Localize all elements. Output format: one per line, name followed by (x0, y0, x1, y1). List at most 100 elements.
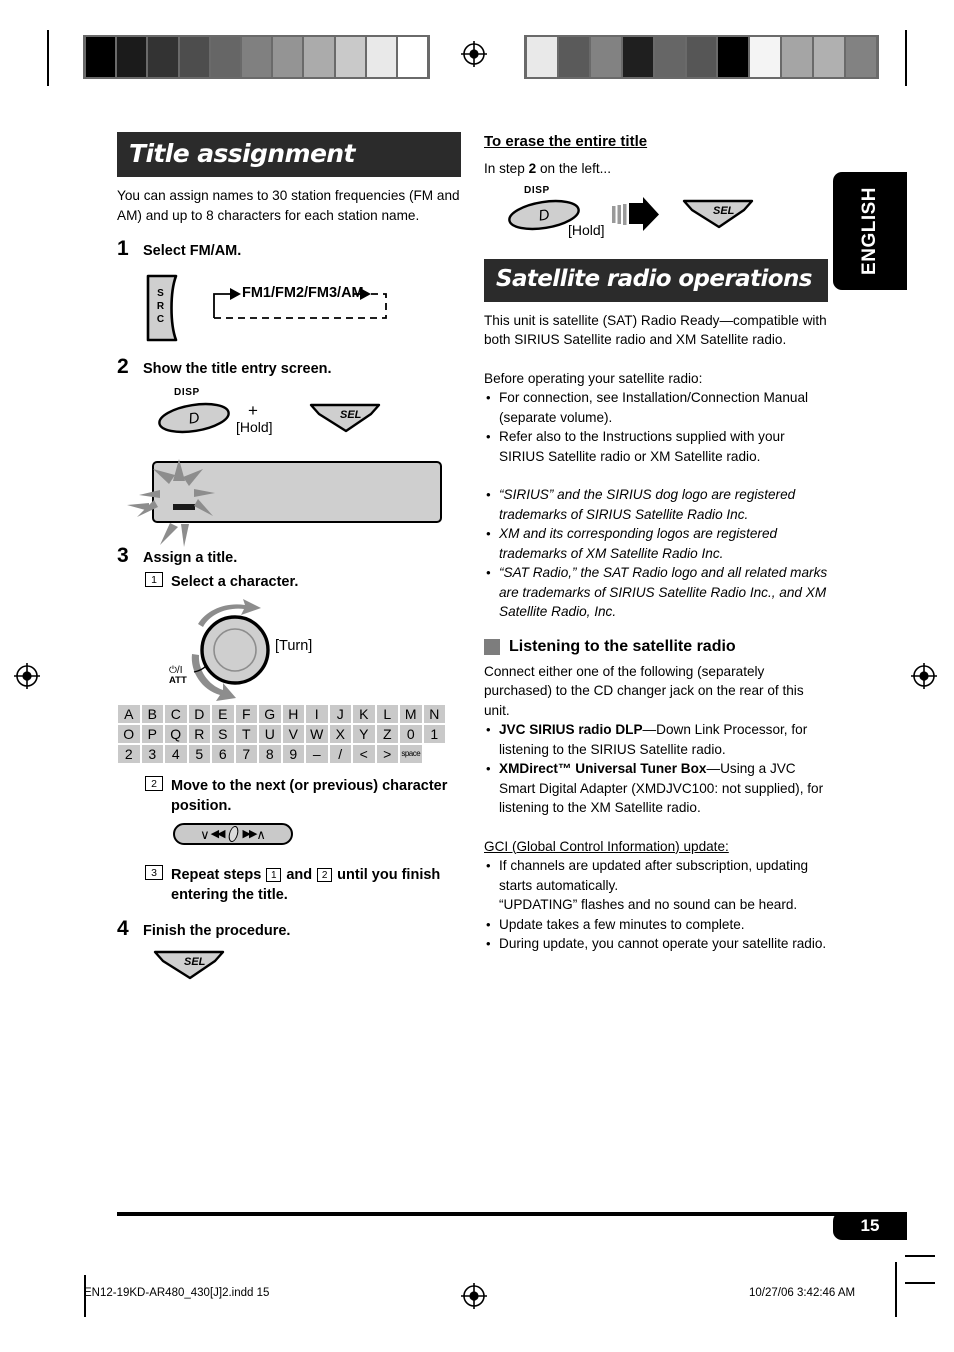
character-grid-row: 2 3 4 5 6 7 8 9– / < > space (117, 744, 461, 764)
src-button[interactable]: S R C (146, 274, 186, 347)
hold-label: [Hold] (236, 419, 273, 435)
calibration-swatch-2 (148, 37, 178, 77)
calibration-swatch-0 (527, 37, 557, 77)
erase-artwork: DISP D [Hold] SEL (484, 185, 828, 251)
calibration-swatch-6 (273, 37, 303, 77)
sel-button-step2[interactable]: SEL (307, 401, 383, 440)
volume-knob-artwork: ⏻/I ATT [Turn] (117, 596, 461, 708)
character-cell-x: X (329, 725, 351, 743)
gci-heading-text: GCI (Global Control Information) update: (484, 838, 729, 854)
device-item-name: JVC SIRIUS radio DLP (499, 722, 643, 737)
nav-prev-group: ∨ ◀◀ (200, 828, 225, 841)
erase-sel-button[interactable]: SEL (680, 197, 756, 236)
registration-target-left (14, 663, 40, 689)
character-cell-o: O (118, 725, 140, 743)
listening-subheading-text: Listening to the satellite radio (509, 637, 736, 655)
step-2-title: Show the title entry screen. (143, 361, 332, 377)
calibration-swatch-4 (654, 37, 685, 77)
erase-text-b: on the left... (539, 161, 611, 176)
navigation-button-artwork: ∨ ◀◀ ▶▶ ∧ (173, 823, 461, 853)
step-3-substep-2-number: 2 (145, 776, 163, 791)
satellite-intro: This unit is satellite (SAT) Radio Ready… (484, 312, 827, 348)
erase-text-a: In step (484, 161, 525, 176)
character-cell-4: 4 (165, 745, 187, 763)
character-cell-3: 3 (141, 745, 163, 763)
before-operating-item: For connection, see Installation/Connect… (484, 388, 828, 427)
registration-target-bottom (461, 1283, 487, 1309)
calibration-swatch-9 (814, 37, 845, 77)
character-cell-s: S (212, 725, 234, 743)
calibration-swatch-10 (846, 37, 876, 77)
step-4-artwork: SEL (117, 948, 461, 988)
character-cell-u: U (259, 725, 281, 743)
fm-loop-label: FM1/FM2/FM3/AM (242, 285, 364, 301)
page-number: 15 (860, 1216, 880, 1235)
cursor-flash-rays (127, 453, 237, 554)
language-tab-label: ENGLISH (859, 187, 880, 275)
character-cell-2: 2 (118, 745, 140, 763)
calibration-swatch-7 (750, 37, 781, 77)
track-navigation-button[interactable]: ∨ ◀◀ ▶▶ ∧ (173, 823, 293, 845)
step-4-title: Finish the procedure. (143, 923, 291, 939)
calibration-swatch-1 (558, 37, 589, 77)
sel-button-step4-label: SEL (184, 956, 206, 968)
registration-target-top (461, 41, 487, 67)
crop-mark-right-h1 (905, 1255, 935, 1257)
step-2-number: 2 (117, 355, 129, 378)
device-item: JVC SIRIUS radio DLP—Down Link Processor… (484, 720, 828, 759)
disp-button[interactable]: D (156, 401, 232, 440)
crop-mark-bottom-right-v (895, 1262, 897, 1317)
registration-target-right (911, 663, 937, 689)
knob-att-label: ATT (169, 675, 187, 686)
nav-center-divider (226, 826, 240, 842)
step-2-artwork: DISP D + [Hold] SEL (117, 387, 461, 449)
character-grid: A B C D E F G H I J K L M N O P Q R S T U V W X Y Z 0 1 2 3 4 5 6 7 8 9– / < >… (117, 704, 461, 764)
calibration-swatch-8 (782, 37, 813, 77)
crop-mark-top-right-v (905, 30, 907, 86)
fast-forward-icon: ▶▶ (242, 827, 258, 840)
crop-mark-right-h2 (905, 1282, 935, 1284)
gci-item: During update, you cannot operate your s… (484, 934, 828, 954)
erase-instruction-line: In step 2 on the left... (484, 159, 828, 179)
erase-hold-label: [Hold] (568, 221, 605, 238)
subheading-square-icon (484, 638, 500, 655)
trademark-item: “SIRIUS” and the SIRIUS dog logo are reg… (484, 485, 828, 524)
repeat-box-1: 1 (266, 868, 282, 882)
character-cell-q: Q (165, 725, 187, 743)
calibration-swatch-8 (335, 37, 365, 77)
calibration-swatch-0 (86, 37, 116, 77)
repeat-text-b: and (286, 867, 313, 883)
step-3-substep-2-text: Move to the next (or previous) character… (171, 778, 448, 814)
erase-step-number: 2 (528, 161, 537, 176)
listening-subheading: Listening to the satellite radio (484, 638, 828, 656)
calibration-swatch-3 (622, 37, 653, 77)
calibration-swatch-6 (718, 37, 749, 77)
character-cell-9: 9 (282, 745, 304, 763)
left-column: Title assignment You can assign names to… (117, 132, 461, 988)
erase-disp-label: DISP (524, 184, 550, 196)
trademark-item: “SAT Radio,” the SAT Radio logo and all … (484, 563, 828, 622)
disp-button-label: DISP (174, 387, 200, 398)
calibration-swatch-7 (304, 37, 334, 77)
trademark-item: XM and its corresponding logos are regis… (484, 524, 828, 563)
gci-heading: GCI (Global Control Information) update: (484, 837, 828, 857)
character-cell-5: 5 (188, 745, 210, 763)
character-cell-r: R (188, 725, 210, 743)
character-cell-p: P (141, 725, 163, 743)
gci-list: If channels are updated after subscripti… (484, 856, 828, 954)
character-cell-7: 7 (235, 745, 257, 763)
device-item-name: XMDirect™ Universal Tuner Box (499, 761, 707, 776)
volume-knob[interactable] (165, 598, 315, 711)
sel-button-step4[interactable]: SEL (151, 948, 227, 987)
before-operating-list: For connection, see Installation/Connect… (484, 388, 828, 466)
repeat-box-2: 2 (317, 868, 333, 882)
character-cell-0: 0 (400, 725, 422, 743)
repeat-text-a: Repeat steps (171, 867, 262, 883)
character-cell-8: 8 (259, 745, 281, 763)
gci-item: Update takes a few minutes to complete. (484, 915, 828, 935)
character-cell->: > (376, 745, 398, 763)
character-cell-/: / (329, 745, 351, 763)
calibration-swatch-2 (590, 37, 621, 77)
title-entry-display (117, 453, 461, 547)
grayscale-calibration-bar-left (83, 35, 430, 79)
